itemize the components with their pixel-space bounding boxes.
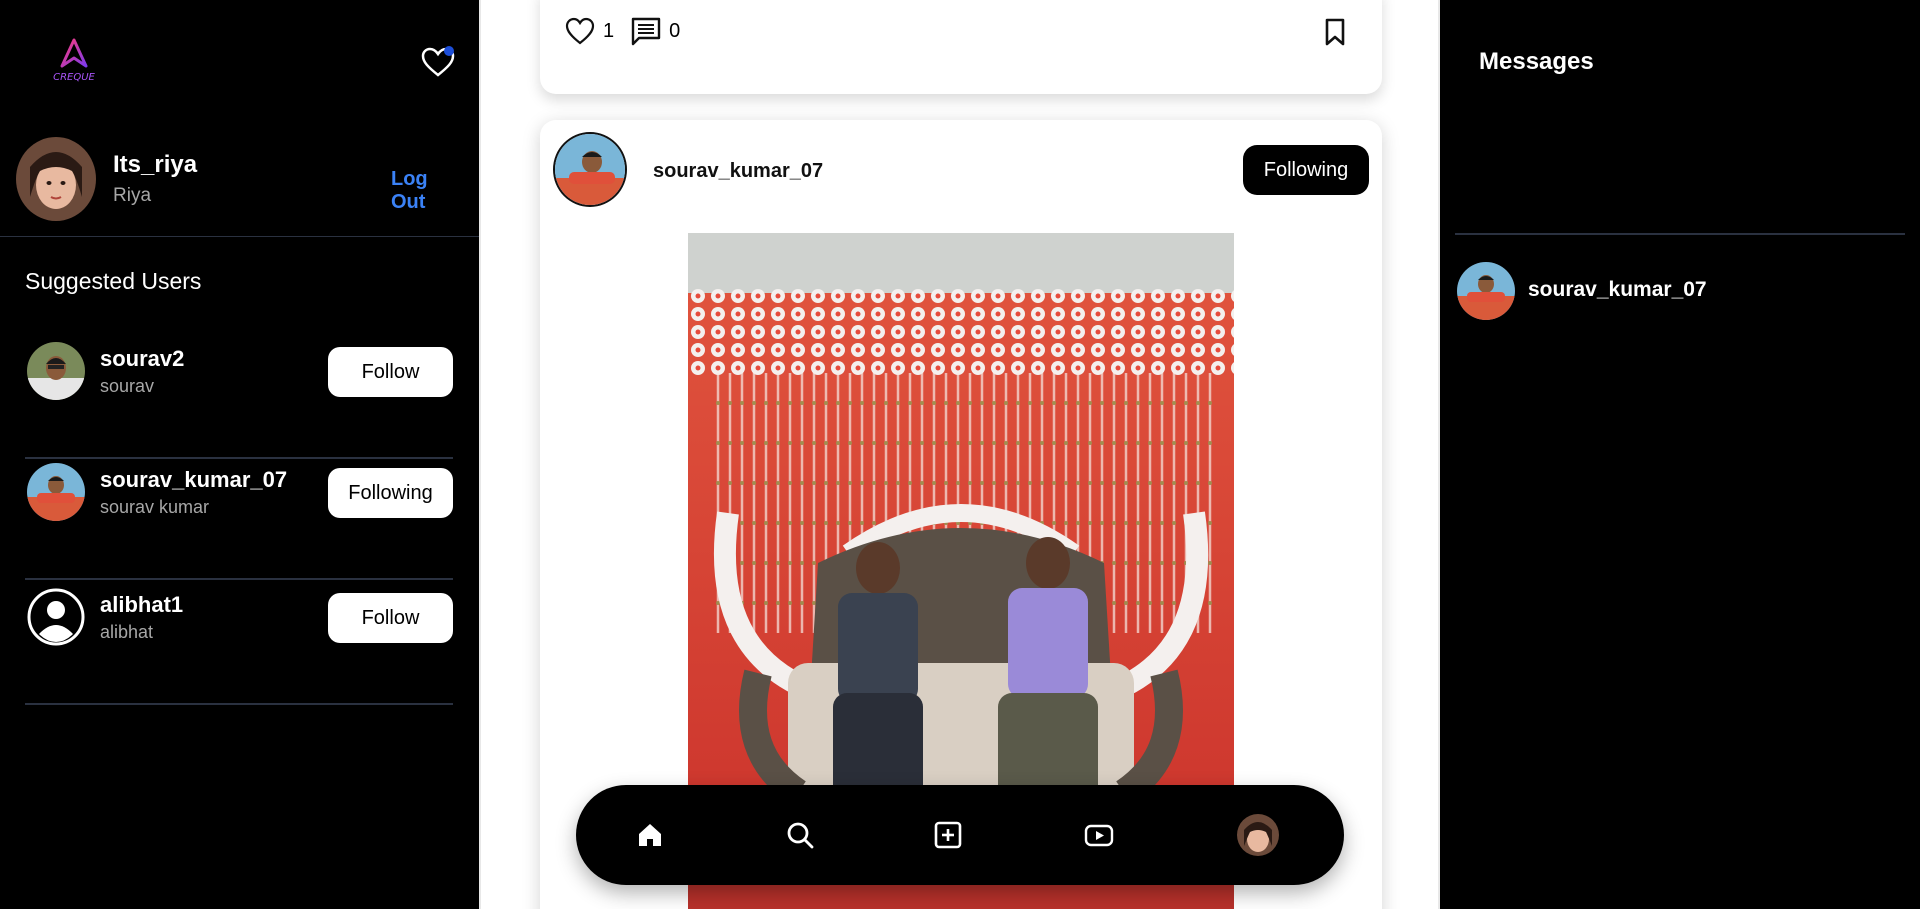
user-photo bbox=[27, 463, 85, 521]
avatar[interactable] bbox=[553, 132, 627, 207]
nav-profile-avatar[interactable] bbox=[1237, 814, 1279, 856]
suggested-users-list: sourav2 sourav Follow sourav_kumar_07 so… bbox=[25, 334, 453, 705]
messages-sidebar: Messages sourav_kumar_07 bbox=[1440, 0, 1920, 909]
suggested-username[interactable]: alibhat1 bbox=[100, 592, 183, 618]
list-item: sourav_kumar_07 sourav kumar Following bbox=[25, 455, 453, 580]
divider bbox=[0, 236, 479, 237]
current-user: Its_riya Riya Log Out bbox=[16, 137, 466, 221]
chat-item[interactable]: sourav_kumar_07 bbox=[1457, 262, 1897, 322]
logo-icon: CREQUE bbox=[53, 38, 96, 83]
avatar[interactable] bbox=[27, 588, 85, 646]
comment-count: 0 bbox=[669, 19, 681, 42]
logout-button[interactable]: Log Out bbox=[391, 168, 466, 214]
following-button[interactable]: Following bbox=[328, 468, 453, 518]
suggested-name: alibhat bbox=[100, 622, 154, 642]
search-icon bbox=[787, 822, 814, 849]
previous-post-card: 1 0 bbox=[540, 0, 1382, 94]
user-photo bbox=[16, 137, 96, 221]
suggested-name: sourav kumar bbox=[100, 497, 210, 517]
default-user-icon bbox=[27, 588, 85, 646]
suggested-username[interactable]: sourav_kumar_07 bbox=[100, 467, 287, 493]
like-icon[interactable] bbox=[564, 16, 596, 46]
avatar[interactable] bbox=[16, 137, 96, 221]
like-count: 1 bbox=[603, 19, 615, 42]
home-icon bbox=[639, 824, 661, 846]
follow-button[interactable]: Follow bbox=[328, 593, 453, 643]
feed: 1 0 sourav_kumar_07 Following bbox=[479, 0, 1440, 909]
current-username[interactable]: Its_riya bbox=[113, 151, 197, 179]
list-item: alibhat1 alibhat Follow bbox=[25, 580, 453, 705]
suggested-users-title: Suggested Users bbox=[25, 268, 202, 294]
avatar bbox=[1457, 262, 1515, 320]
messages-title: Messages bbox=[1479, 48, 1594, 75]
user-photo bbox=[27, 342, 85, 400]
divider bbox=[1455, 233, 1905, 235]
suggested-name: sourav bbox=[100, 376, 155, 396]
reels-icon bbox=[1084, 824, 1114, 847]
app-logo[interactable]: CREQUE bbox=[42, 36, 106, 86]
nav-search[interactable] bbox=[782, 817, 818, 853]
notifications-button[interactable] bbox=[420, 46, 456, 78]
nav-reels[interactable] bbox=[1081, 817, 1117, 853]
avatar[interactable] bbox=[27, 342, 85, 400]
list-item: sourav2 sourav Follow bbox=[25, 334, 453, 459]
post-actions: 1 0 bbox=[564, 16, 696, 46]
chat-username: sourav_kumar_07 bbox=[1528, 278, 1707, 301]
comment-icon[interactable] bbox=[630, 16, 662, 46]
left-sidebar: CREQUE Its_riya Riya Log Out Suggested U… bbox=[0, 0, 479, 909]
avatar[interactable] bbox=[27, 463, 85, 521]
user-photo bbox=[555, 134, 625, 205]
user-photo bbox=[1457, 262, 1515, 320]
suggested-username[interactable]: sourav2 bbox=[100, 346, 184, 372]
follow-button[interactable]: Follow bbox=[328, 347, 453, 397]
create-icon bbox=[934, 821, 962, 849]
user-photo bbox=[1237, 814, 1279, 856]
notification-dot bbox=[444, 46, 454, 56]
bookmark-icon[interactable] bbox=[1324, 18, 1346, 46]
bottom-navigation bbox=[576, 785, 1344, 885]
nav-create[interactable] bbox=[930, 817, 966, 853]
nav-home[interactable] bbox=[632, 817, 668, 853]
current-name: Riya bbox=[113, 185, 152, 206]
svg-text:CREQUE: CREQUE bbox=[53, 72, 95, 83]
post-username[interactable]: sourav_kumar_07 bbox=[653, 160, 823, 183]
following-button[interactable]: Following bbox=[1243, 145, 1369, 195]
